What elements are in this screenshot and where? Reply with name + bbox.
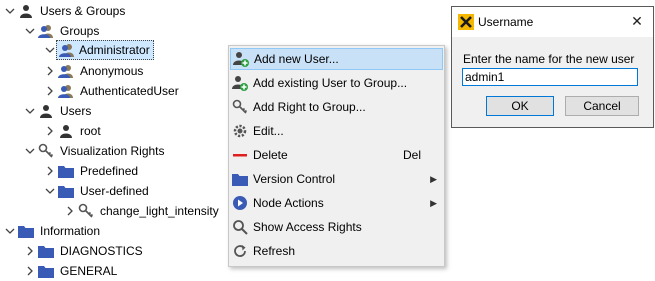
folder-icon [232, 171, 248, 187]
username-input[interactable] [462, 68, 638, 86]
user-icon [38, 103, 54, 119]
play-circle-icon [232, 195, 248, 211]
chevron-down-icon[interactable] [24, 21, 36, 41]
dialog-title: Username [478, 15, 534, 29]
add-user-to-group-icon [232, 75, 248, 91]
menu-item-node-actions[interactable]: Node Actions ▶ [230, 192, 443, 214]
menu-item-label: Add Right to Group... [253, 100, 366, 114]
dialog-prompt: Enter the name for the new user [463, 52, 635, 66]
menu-item-label: Edit... [253, 124, 284, 138]
menu-item-add-new-user[interactable]: Add new User... [230, 48, 443, 70]
chevron-down-icon[interactable] [24, 101, 36, 121]
chevron-right-icon[interactable] [44, 121, 56, 141]
cancel-button[interactable]: Cancel [565, 96, 639, 116]
tree-node-users-groups[interactable]: Users & Groups [4, 1, 127, 21]
tree-node-diagnostics[interactable]: DIAGNOSTICS [24, 241, 145, 261]
tree-node-groups[interactable]: Groups [24, 21, 101, 41]
tree-node-label: Administrator [79, 43, 150, 57]
tree-node-label: change_light_intensity [100, 204, 219, 218]
chevron-down-icon[interactable] [4, 221, 16, 241]
folder-icon [38, 243, 54, 259]
tree-node-authenticateduser[interactable]: AuthenticatedUser [44, 81, 181, 101]
menu-item-show-access-rights[interactable]: Show Access Rights [230, 216, 443, 238]
search-icon [232, 219, 248, 235]
chevron-right-icon[interactable] [24, 261, 36, 281]
tree-node-label: Predefined [80, 164, 139, 178]
chevron-down-icon[interactable] [24, 141, 36, 161]
chevron-right-icon[interactable] [44, 81, 56, 101]
tree-node-label: Users & Groups [40, 4, 126, 18]
menu-item-delete[interactable]: Delete Del [230, 144, 443, 166]
folder-icon [18, 223, 34, 239]
key-icon [232, 99, 248, 115]
dialog-title-bar[interactable]: Username ✕ [452, 7, 653, 37]
chevron-down-icon[interactable] [44, 40, 56, 60]
folder-icon [38, 263, 54, 279]
gear-icon [232, 123, 248, 139]
chevron-right-icon[interactable] [64, 201, 76, 221]
tree-node-users[interactable]: Users [24, 101, 93, 121]
ok-button[interactable]: OK [486, 96, 554, 116]
group-icon [58, 83, 74, 99]
chevron-right-icon[interactable] [44, 61, 56, 81]
chevron-down-icon[interactable] [44, 181, 56, 201]
folder-icon [58, 163, 74, 179]
menu-item-label: Refresh [253, 244, 296, 258]
menu-item-label: Add new User... [254, 52, 339, 66]
tree-node-information[interactable]: Information [4, 221, 102, 241]
tree-node-label: Groups [60, 24, 100, 38]
key-icon [78, 203, 94, 219]
tree-node-anonymous[interactable]: Anonymous [44, 61, 145, 81]
menu-item-label: Add existing User to Group... [253, 76, 408, 90]
chevron-right-icon[interactable] [44, 161, 56, 181]
menu-item-shortcut: Del [402, 148, 421, 162]
chevron-right-icon[interactable] [24, 241, 36, 261]
close-icon[interactable]: ✕ [629, 13, 645, 29]
group-icon [58, 63, 74, 79]
tree-node-label: AuthenticatedUser [80, 84, 179, 98]
menu-item-label: Delete [253, 148, 288, 162]
group-icon [59, 42, 75, 58]
tree-node-visualization-rights[interactable]: Visualization Rights [24, 141, 167, 161]
menu-item-add-existing-user[interactable]: Add existing User to Group... [230, 72, 443, 94]
tree-node-general[interactable]: GENERAL [24, 261, 119, 281]
selection-highlight: Administrator [56, 40, 154, 60]
delete-icon [232, 147, 248, 163]
add-user-icon [233, 51, 249, 67]
menu-item-edit[interactable]: Edit... [230, 120, 443, 142]
chevron-down-icon[interactable] [4, 1, 16, 21]
app-logo-icon [458, 14, 474, 30]
tree-node-label: Information [40, 224, 101, 238]
tree-node-user-defined[interactable]: User-defined [44, 181, 151, 201]
tree-node-administrator[interactable]: Administrator [44, 40, 154, 60]
tree-node-label: Users [60, 104, 92, 118]
menu-item-label: Show Access Rights [253, 220, 362, 234]
tree-node-label: root [80, 124, 101, 138]
tree-node-change-light-intensity[interactable]: change_light_intensity [64, 201, 221, 221]
tree-node-root[interactable]: root [44, 121, 103, 141]
folder-icon [58, 183, 74, 199]
refresh-icon [232, 243, 248, 259]
tree-node-predefined[interactable]: Predefined [44, 161, 140, 181]
username-dialog: Username ✕ Enter the name for the new us… [451, 6, 654, 128]
tree-node-label: User-defined [80, 184, 149, 198]
user-icon [18, 3, 34, 19]
submenu-arrow-icon: ▶ [430, 173, 437, 184]
tree-node-label: Anonymous [80, 64, 144, 78]
key-icon [38, 143, 54, 159]
tree-node-label: DIAGNOSTICS [60, 244, 143, 258]
context-menu: Add new User... Add existing User to Gro… [228, 45, 445, 267]
submenu-arrow-icon: ▶ [430, 197, 437, 208]
menu-item-refresh[interactable]: Refresh [230, 240, 443, 262]
menu-item-label: Node Actions [253, 196, 324, 210]
menu-item-version-control[interactable]: Version Control ▶ [230, 168, 443, 190]
user-icon [58, 123, 74, 139]
tree-node-label: GENERAL [60, 264, 118, 278]
menu-item-label: Version Control [253, 172, 336, 186]
tree-node-label: Visualization Rights [60, 144, 165, 158]
group-icon [38, 23, 54, 39]
menu-item-add-right[interactable]: Add Right to Group... [230, 96, 443, 118]
